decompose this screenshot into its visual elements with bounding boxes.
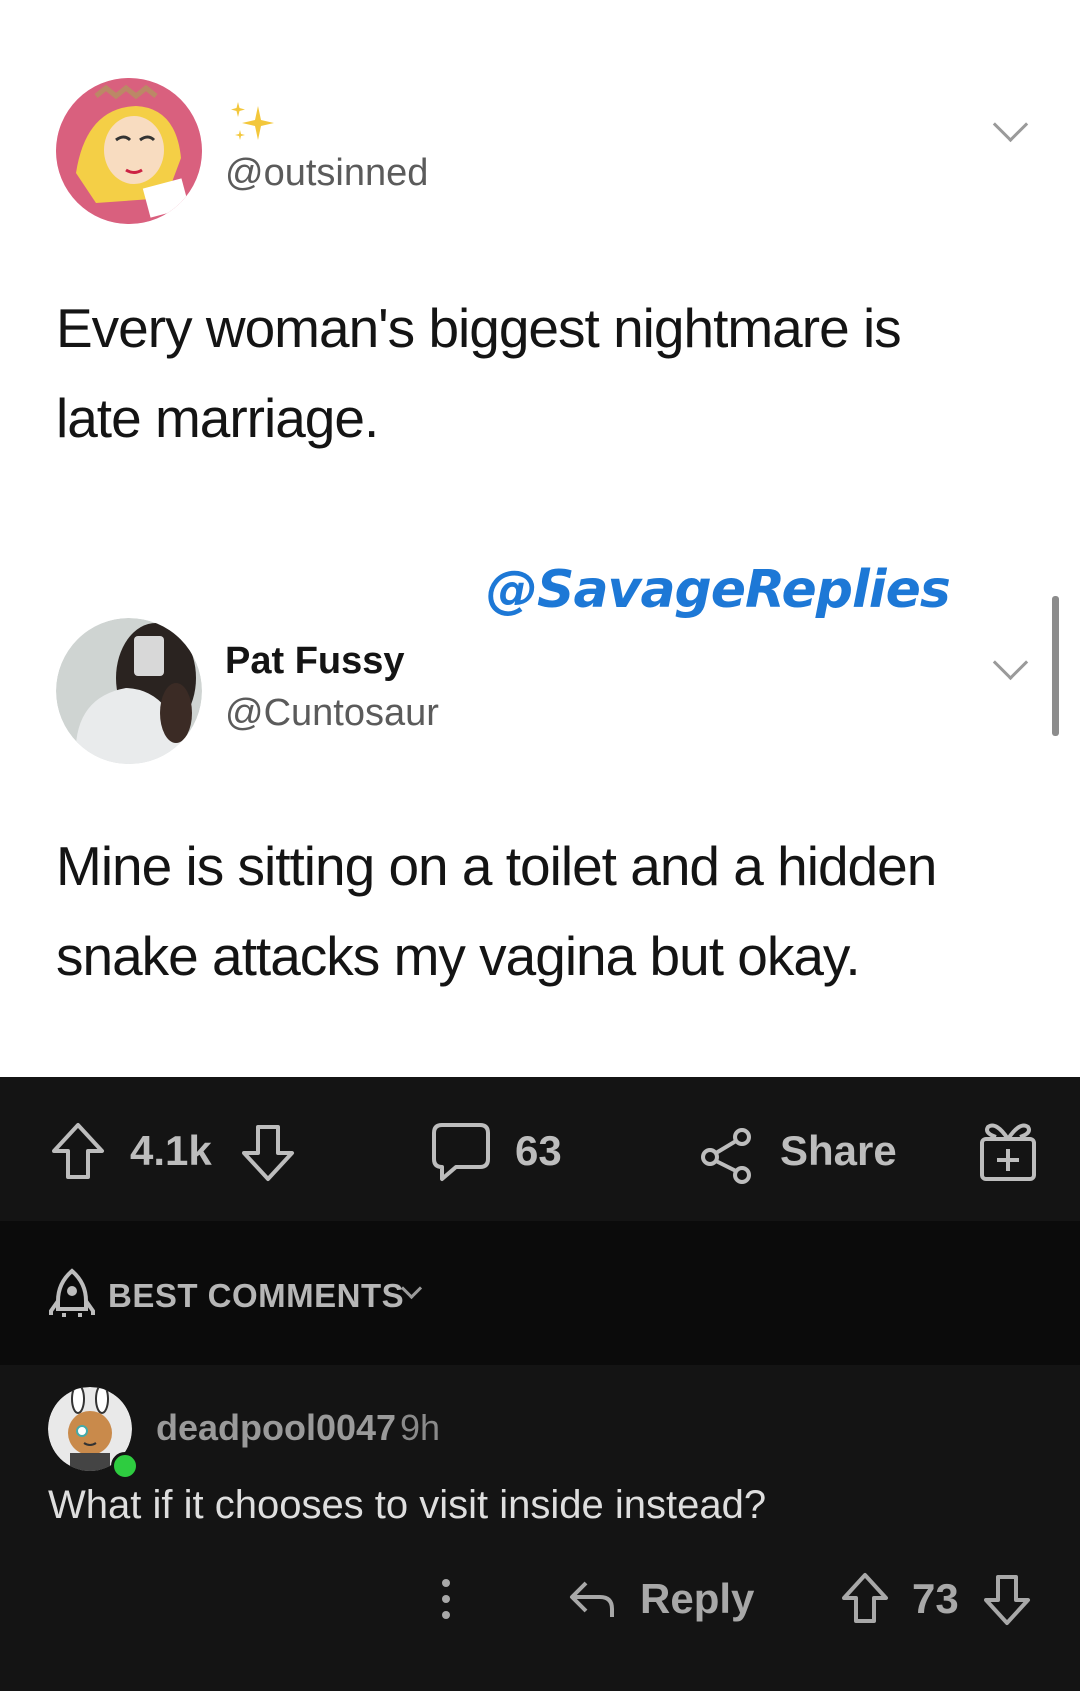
- more-options-icon[interactable]: [440, 1579, 452, 1623]
- post-score: 4.1k: [130, 1127, 212, 1174]
- avatar-outsinned[interactable]: [56, 78, 202, 224]
- sort-label[interactable]: BEST COMMENTS: [108, 1277, 404, 1315]
- tweet1-text-line1: Every woman's biggest nightmare is: [56, 297, 902, 359]
- reply-button[interactable]: Reply: [640, 1575, 754, 1623]
- comment-score: 73: [912, 1575, 959, 1622]
- comment-username[interactable]: deadpool0047: [156, 1407, 396, 1449]
- tweet2-text-line1: Mine is sitting on a toilet and a hidden: [56, 835, 937, 897]
- tweet1-text-line2: late marriage.: [56, 387, 379, 449]
- comment-downvote-icon[interactable]: [982, 1573, 1032, 1627]
- avatar-photo: [56, 618, 202, 764]
- comment-time: 9h: [400, 1407, 441, 1448]
- sparkle-icon: [231, 102, 274, 140]
- sort-bar[interactable]: BEST COMMENTS: [0, 1221, 1080, 1365]
- share-icon[interactable]: [698, 1127, 756, 1185]
- downvote-icon[interactable]: [240, 1123, 296, 1183]
- comment-upvote-icon[interactable]: [840, 1571, 890, 1625]
- tweet2-name[interactable]: Pat Fussy: [225, 640, 405, 683]
- comment-icon[interactable]: [430, 1121, 492, 1183]
- comment-card: deadpool0047 9h What if it chooses to vi…: [0, 1365, 1080, 1691]
- comment-text: What if it chooses to visit inside inste…: [48, 1483, 767, 1527]
- upvote-icon[interactable]: [50, 1121, 106, 1181]
- tweet2-text-line2: snake attacks my vagina but okay.: [56, 925, 861, 987]
- post-action-bar: 4.1k 63 Share: [0, 1077, 1080, 1221]
- avatar-illustration: [56, 78, 202, 224]
- rocket-icon: [49, 1268, 95, 1317]
- share-button[interactable]: Share: [780, 1127, 897, 1175]
- tweet2-handle[interactable]: @Cuntosaur: [225, 692, 439, 735]
- online-indicator: [111, 1452, 139, 1480]
- chevron-down-icon[interactable]: [992, 106, 1029, 143]
- reply-icon[interactable]: [566, 1577, 616, 1621]
- comment-count[interactable]: 63: [515, 1127, 562, 1175]
- award-icon[interactable]: [978, 1119, 1038, 1183]
- watermark: @SavageReplies: [486, 560, 951, 620]
- tweet1-handle[interactable]: @outsinned: [225, 152, 428, 195]
- avatar-patfussy[interactable]: [56, 618, 202, 764]
- chevron-down-icon-2[interactable]: [992, 644, 1029, 681]
- scrollbar[interactable]: [1052, 596, 1059, 736]
